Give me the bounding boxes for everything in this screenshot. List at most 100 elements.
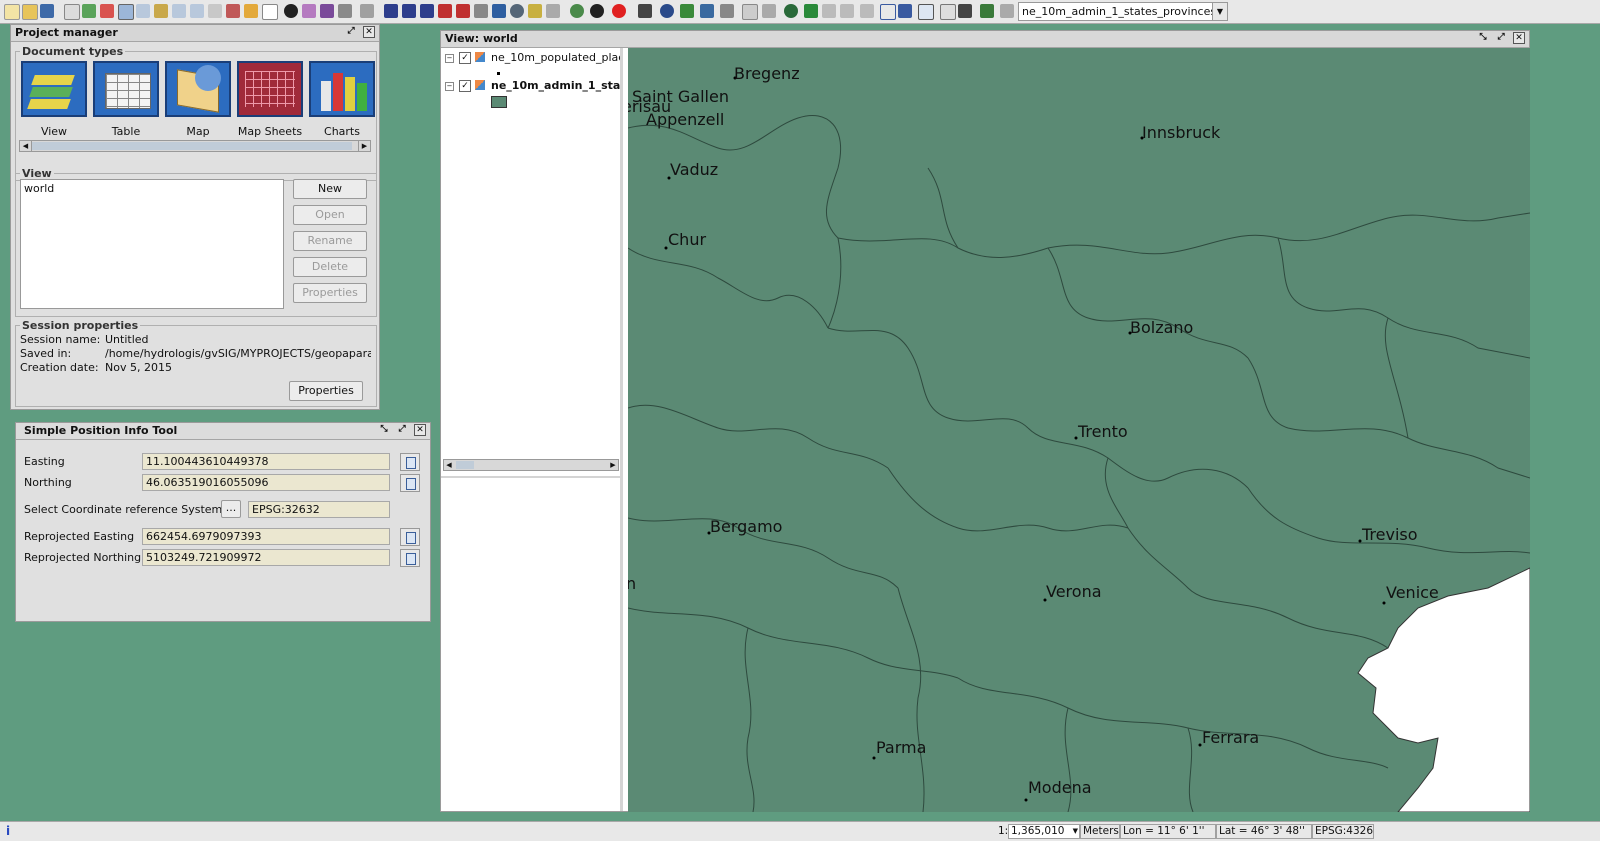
image-icon[interactable] xyxy=(860,4,874,18)
zoom-layer-icon[interactable] xyxy=(154,4,168,18)
toc-scrollbar[interactable]: ◀ ▶ xyxy=(443,459,619,471)
crs-field[interactable]: EPSG:32632 xyxy=(248,501,390,518)
chevron-down-icon[interactable]: ▼ xyxy=(1212,3,1227,20)
info-icon[interactable] xyxy=(284,4,298,18)
view-properties-button[interactable]: Properties xyxy=(293,283,367,303)
open-folder-icon[interactable] xyxy=(22,4,38,20)
gear-icon[interactable] xyxy=(570,4,584,18)
reprojected-easting-field[interactable]: 662454.6979097393 xyxy=(142,528,390,545)
close-icon[interactable]: ✕ xyxy=(1513,32,1525,44)
edit-layer-icon[interactable] xyxy=(980,4,994,18)
table-icon[interactable] xyxy=(918,4,934,20)
active-layer-select[interactable]: ne_10m_admin_1_states_provinces ▼ xyxy=(1018,2,1228,21)
new-file-icon[interactable] xyxy=(4,4,20,20)
globe-icon[interactable] xyxy=(660,4,674,18)
zoom-in-center-icon[interactable] xyxy=(172,4,186,18)
layer-checkbox[interactable]: ✓ xyxy=(459,52,471,64)
maximize-icon[interactable]: ⤢ xyxy=(1495,32,1507,44)
eye-icon[interactable] xyxy=(590,4,604,18)
session-properties-button[interactable]: Properties xyxy=(289,381,363,401)
copy-northing-button[interactable] xyxy=(400,474,420,492)
save-icon[interactable] xyxy=(40,4,54,18)
doc-type-charts[interactable]: Charts xyxy=(307,55,377,141)
add-layer-icon[interactable] xyxy=(680,4,694,18)
scale-combo[interactable]: 1,365,010 ▼ xyxy=(1008,824,1080,839)
delete-button[interactable]: Delete xyxy=(293,257,367,277)
chevron-down-icon[interactable]: ▼ xyxy=(1073,825,1078,838)
maximize-icon[interactable]: ⤢ xyxy=(396,424,408,436)
scroll-right-icon[interactable]: ▶ xyxy=(608,460,618,470)
zoom-previous-icon[interactable] xyxy=(208,4,222,18)
select-pointer-icon[interactable] xyxy=(384,4,398,18)
map-canvas[interactable]: Bregenz Saint Gallen erisau Appenzell In… xyxy=(628,48,1530,812)
toc-layer[interactable]: − ✓ ne_10m_admin_1_state xyxy=(445,79,620,94)
rename-button[interactable]: Rename xyxy=(293,231,367,251)
filter-icon[interactable] xyxy=(492,4,506,18)
pan-hand-icon[interactable] xyxy=(64,4,80,20)
maximize-icon[interactable]: ⤢ xyxy=(345,26,357,38)
view-window-titlebar[interactable]: View: world ⤡ ⤢ ✕ xyxy=(441,31,1529,48)
zoom-next-icon[interactable] xyxy=(226,4,240,18)
tools-icon[interactable] xyxy=(638,4,652,18)
scroll-left-icon[interactable]: ◀ xyxy=(20,141,32,151)
scroll-left-icon[interactable]: ◀ xyxy=(444,460,454,470)
tree-collapse-icon[interactable]: − xyxy=(445,54,454,63)
graphics-icon[interactable] xyxy=(338,4,352,18)
doc-type-map[interactable]: Map xyxy=(163,55,233,141)
scroll-thumb[interactable] xyxy=(32,142,352,150)
globe-query-icon[interactable] xyxy=(510,4,524,18)
project-manager-titlebar[interactable]: Project manager ⤢ ✕ xyxy=(11,25,379,42)
grid-edit-icon[interactable] xyxy=(958,4,972,18)
new-button[interactable]: New xyxy=(293,179,367,199)
copy-icon[interactable] xyxy=(880,4,896,20)
raster-icon[interactable] xyxy=(804,4,818,18)
tree-collapse-icon[interactable]: − xyxy=(445,82,454,91)
hyperlink-icon[interactable] xyxy=(360,4,374,18)
doc-types-scrollbar[interactable]: ◀ ▶ xyxy=(19,140,371,152)
grid-icon[interactable] xyxy=(742,4,758,20)
northing-field[interactable]: 46.063519016055096 xyxy=(142,474,390,491)
catalog-icon[interactable] xyxy=(700,4,714,18)
select-rectangle-icon[interactable] xyxy=(402,4,416,18)
zoom-out-center-icon[interactable] xyxy=(190,4,204,18)
zoom-selection-icon[interactable] xyxy=(244,4,258,18)
doc-type-map-sheets[interactable]: Map Sheets xyxy=(235,55,305,141)
open-button[interactable]: Open xyxy=(293,205,367,225)
measure-area-icon[interactable] xyxy=(320,4,334,18)
doc-type-table[interactable]: Table xyxy=(91,55,161,141)
close-icon[interactable]: ✕ xyxy=(414,424,426,436)
scroll-right-icon[interactable]: ▶ xyxy=(358,141,370,151)
invert-selection-icon[interactable] xyxy=(528,4,542,18)
crs-select-button[interactable]: ... xyxy=(221,500,241,518)
scroll-thumb[interactable] xyxy=(456,461,474,469)
copy-reprojected-northing-button[interactable] xyxy=(400,549,420,567)
arrows-icon[interactable] xyxy=(762,4,776,18)
select-buffer-icon[interactable] xyxy=(456,4,470,18)
zoom-in-icon[interactable] xyxy=(118,4,134,20)
select-polygon-icon[interactable] xyxy=(420,4,434,18)
earth-icon[interactable] xyxy=(784,4,798,18)
close-icon[interactable]: ✕ xyxy=(363,26,375,38)
layer-add-raster-icon[interactable] xyxy=(822,4,836,18)
zoom-raster-icon[interactable] xyxy=(898,4,912,18)
stop-icon[interactable] xyxy=(612,4,626,18)
select-circle-icon[interactable] xyxy=(438,4,452,18)
zoom-out-icon[interactable] xyxy=(136,4,150,18)
measure-distance-icon[interactable] xyxy=(302,4,316,18)
doc-type-view[interactable]: View xyxy=(19,55,89,141)
list-item[interactable]: world xyxy=(21,180,283,197)
layer-cache-icon[interactable] xyxy=(840,4,854,18)
restore-icon[interactable]: ⤡ xyxy=(378,424,390,436)
zoom-select-icon[interactable] xyxy=(100,4,114,18)
export-icon[interactable] xyxy=(720,4,734,18)
reprojected-northing-field[interactable]: 5103249.721909972 xyxy=(142,549,390,566)
view-list[interactable]: world xyxy=(20,179,284,309)
zoom-full-icon[interactable] xyxy=(82,4,96,18)
position-info-titlebar[interactable]: Simple Position Info Tool ⤡ ⤢ ✕ xyxy=(16,423,430,440)
easting-field[interactable]: 11.100443610449378 xyxy=(142,453,390,470)
select-point-icon[interactable] xyxy=(474,4,488,18)
toc-layer[interactable]: − ✓ ne_10m_populated_plac xyxy=(445,51,620,66)
copy-reprojected-easting-button[interactable] xyxy=(400,528,420,546)
layer-checkbox[interactable]: ✓ xyxy=(459,80,471,92)
document-icon[interactable] xyxy=(940,4,956,20)
